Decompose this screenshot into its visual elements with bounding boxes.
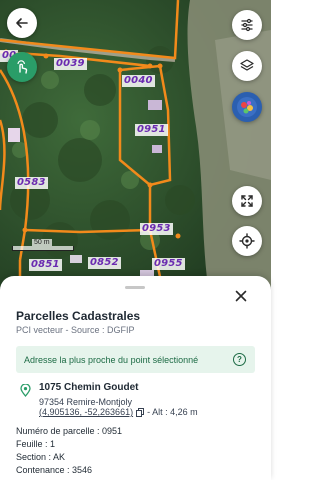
- parcel-label: 0852: [88, 257, 121, 269]
- locate-button[interactable]: [232, 226, 262, 256]
- parcel-info-sheet: Parcelles Cadastrales PCI vecteur - Sour…: [0, 276, 271, 480]
- filter-button[interactable]: [232, 10, 262, 40]
- parcel-label: 0583: [15, 177, 48, 189]
- help-icon[interactable]: ?: [233, 353, 246, 366]
- close-icon: [235, 290, 247, 302]
- address-city: 97354 Remire-Montjoly: [39, 397, 133, 407]
- map-scale: 50 m: [12, 239, 74, 251]
- parcel-label: 0951: [135, 124, 168, 136]
- drag-handle[interactable]: [125, 286, 145, 289]
- sheet-subtitle: PCI vecteur - Source : DGFIP: [16, 325, 135, 335]
- fullscreen-button[interactable]: [232, 186, 262, 216]
- altitude: - Alt : 4,26 m: [147, 407, 198, 417]
- nearest-address-banner: Adresse la plus proche du point sélectio…: [16, 346, 255, 373]
- sliders-icon: [241, 18, 253, 32]
- parcel-label: 0039: [54, 58, 87, 70]
- layers-button[interactable]: [232, 51, 262, 81]
- back-button[interactable]: [7, 8, 37, 38]
- parcel-label: 0040: [122, 75, 155, 87]
- scale-label: 50 m: [32, 239, 52, 246]
- touch-hand-icon: [17, 60, 28, 74]
- scale-bar: [12, 246, 74, 251]
- address-street: 1075 Chemin Goudet: [39, 382, 139, 393]
- coordinates-link[interactable]: (4,905136, -52,263661): [39, 407, 133, 417]
- close-button[interactable]: [233, 288, 249, 304]
- expand-icon: [241, 195, 253, 207]
- banner-text: Adresse la plus proche du point sélectio…: [24, 354, 199, 365]
- satellite-imagery: [0, 0, 271, 300]
- parcel-label: 0851: [29, 259, 62, 271]
- parcel-contenance: Contenance : 3546: [16, 465, 93, 475]
- parcel-number: Numéro de parcelle : 0951: [16, 426, 123, 436]
- layers-icon: [240, 59, 254, 71]
- sheet-title: Parcelles Cadastrales: [16, 309, 141, 323]
- coordinates-row: (4,905136, -52,263661) - Alt : 4,26 m: [39, 407, 198, 417]
- location-pin-icon: [20, 384, 31, 397]
- partner-logo-icon: [237, 97, 257, 117]
- partner-logo-button[interactable]: [232, 92, 262, 122]
- map-view[interactable]: 00 0039 0040 0951 0583 0953 0851 0852 09…: [0, 0, 271, 300]
- crosshair-icon: [239, 233, 255, 249]
- parcel-section: Section : AK: [16, 452, 66, 462]
- parcel-label: 0955: [152, 258, 185, 270]
- copy-icon[interactable]: [136, 407, 145, 417]
- arrow-left-icon: [16, 18, 28, 28]
- touch-selection-button[interactable]: [7, 52, 37, 82]
- parcel-label: 0953: [140, 223, 173, 235]
- parcel-feuille: Feuille : 1: [16, 439, 56, 449]
